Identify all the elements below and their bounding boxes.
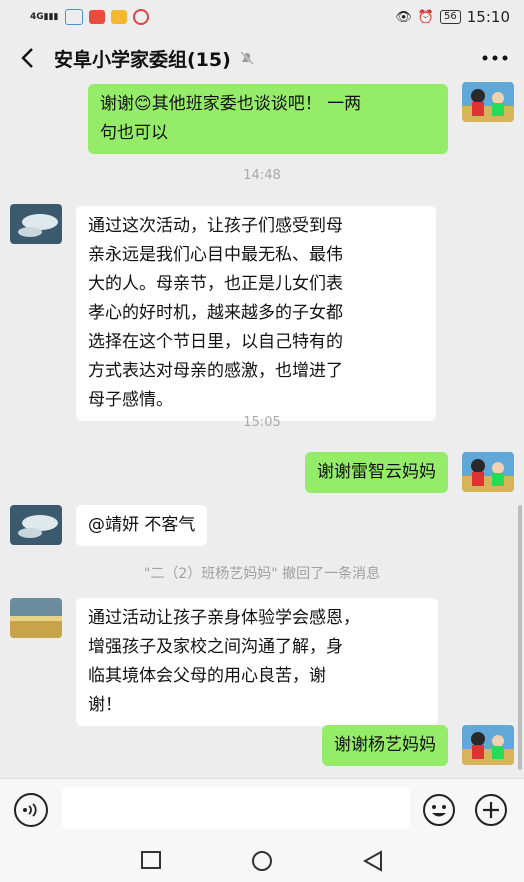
message-text: 增强孩子及家校之间沟通了解，身 — [88, 637, 343, 657]
headset-app-icon — [64, 9, 83, 25]
battery-indicator: 56 — [440, 10, 461, 24]
status-bar: 4G▮▮▮ 👁 ⏰ 56 15:10 — [0, 0, 524, 34]
recall-notice: "二（2）班杨艺妈妈" 撤回了一条消息 — [143, 566, 381, 582]
browser-app-icon — [132, 9, 149, 25]
message-text: 大的人。母亲节，也正是儿女们表 — [88, 274, 343, 294]
sender-avatar[interactable] — [10, 204, 62, 244]
timestamp: 15:05 — [243, 415, 281, 430]
sender-avatar[interactable] — [10, 505, 62, 545]
message-bubble-me[interactable]: 谢谢雷智云妈妈 — [305, 452, 448, 493]
message-text: 亲永远是我们心目中最无私、最伟 — [88, 245, 343, 265]
message-text: 方式表达对母亲的感激，也增进了 — [88, 361, 343, 381]
status-time: 15:10 — [466, 8, 510, 26]
message-text: 句也可以 — [100, 123, 168, 143]
message-bubble-other[interactable]: @靖妍 不客气 — [76, 505, 208, 546]
message-text: 通过这次活动，让孩子们感受到母 — [88, 216, 343, 236]
my-avatar[interactable] — [462, 452, 514, 492]
timestamp: 14:48 — [243, 168, 281, 183]
back-nav-icon[interactable] — [362, 850, 386, 872]
message-text: 谢谢杨艺妈妈 — [334, 735, 436, 755]
more-dots-icon[interactable] — [480, 45, 510, 71]
recent-apps-icon[interactable] — [140, 850, 164, 872]
message-text: @靖妍 不客气 — [88, 515, 196, 535]
chat-header: 安阜小学家委组(15) — [0, 34, 524, 82]
message-text: 母子感情。 — [88, 390, 173, 410]
home-icon[interactable] — [250, 850, 274, 872]
message-text: 谢谢雷智云妈妈 — [317, 462, 436, 482]
message-list[interactable]: 谢谢😊其他班家委也谈谈吧！ 一两 句也可以 14:48 通过这次活动，让孩子们感… — [0, 82, 524, 778]
message-bubble-other[interactable]: 通过活动让孩子亲身体验学会感恩， 增强孩子及家校之间沟通了解，身 临其境体会父母… — [76, 598, 438, 726]
status-right: 👁 ⏰ 56 15:10 — [395, 8, 510, 26]
status-left: 4G▮▮▮ — [30, 9, 149, 25]
eye-icon: 👁 — [395, 9, 412, 25]
news-app-icon — [88, 10, 105, 24]
signal-icon: 4G▮▮▮ — [30, 12, 59, 22]
message-text: 通过活动让孩子亲身体验学会感恩， — [88, 608, 360, 628]
chat-title: 安阜小学家委组(15) — [54, 48, 231, 71]
emoji-icon[interactable] — [422, 793, 456, 827]
sender-avatar[interactable] — [10, 598, 62, 638]
input-bar — [0, 778, 524, 840]
system-nav-bar — [0, 840, 524, 882]
message-text: 临其境体会父母的用心良苦，谢 — [88, 666, 326, 686]
message-bubble-me[interactable]: 谢谢杨艺妈妈 — [322, 725, 448, 766]
alarm-icon: ⏰ — [417, 9, 435, 25]
message-bubble-me[interactable]: 谢谢😊其他班家委也谈谈吧！ 一两 句也可以 — [88, 84, 448, 154]
message-text: 谢谢😊其他班家委也谈谈吧！ 一两 — [100, 94, 362, 114]
plus-icon[interactable] — [474, 793, 508, 827]
voice-icon[interactable] — [14, 793, 48, 827]
message-text: 选择在这个节日里，以自己特有的 — [88, 332, 343, 352]
message-text: 谢！ — [88, 695, 122, 715]
chat-app-icon — [110, 10, 127, 24]
message-text: 孝心的好时机，越来越多的子女都 — [88, 303, 343, 323]
bell-off-icon — [239, 49, 257, 67]
message-input[interactable] — [62, 787, 410, 829]
my-avatar[interactable] — [462, 725, 514, 765]
scrollbar[interactable] — [518, 505, 522, 770]
chevron-left-icon[interactable] — [14, 45, 40, 71]
my-avatar[interactable] — [462, 82, 514, 122]
message-bubble-other[interactable]: 通过这次活动，让孩子们感受到母 亲永远是我们心目中最无私、最伟 大的人。母亲节，… — [76, 206, 436, 421]
